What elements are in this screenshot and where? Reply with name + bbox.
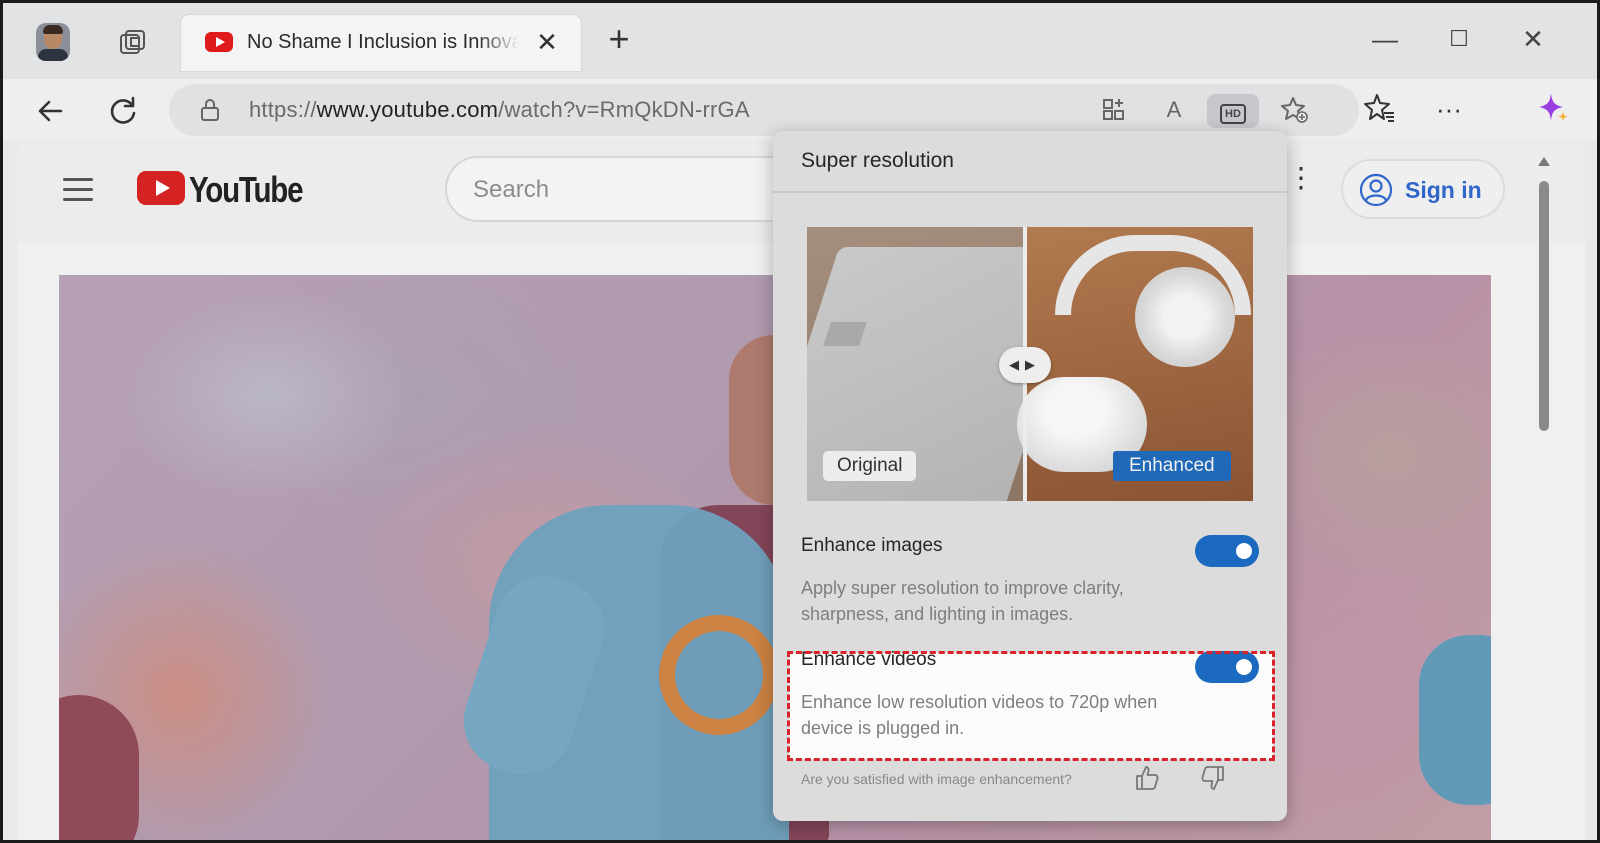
original-label: Original <box>823 451 917 481</box>
page-scrollbar[interactable] <box>1535 153 1553 840</box>
favorites-icon[interactable] <box>1357 89 1401 133</box>
tab-youtube[interactable]: No Shame I Inclusion is Innovation ✕ <box>181 15 581 71</box>
address-bar[interactable]: https://www.youtube.com/watch?v=RmQkDN-r… <box>169 84 1359 136</box>
split-screen-icon[interactable] <box>1097 94 1131 128</box>
youtube-wordmark[interactable]: YouTube <box>189 169 304 211</box>
youtube-logo-icon[interactable] <box>137 171 185 205</box>
comparison-slider-handle[interactable]: ◀▶ <box>999 347 1051 383</box>
user-icon <box>1359 173 1393 207</box>
back-icon[interactable] <box>29 89 73 133</box>
scroll-up-icon[interactable] <box>1538 157 1550 166</box>
highlight-box <box>787 651 1275 761</box>
enhance-images-description: Apply super resolution to improve clarit… <box>801 578 1124 624</box>
panel-divider <box>773 191 1287 193</box>
refresh-icon[interactable] <box>101 89 145 133</box>
close-tab-icon[interactable]: ✕ <box>533 29 561 57</box>
super-resolution-panel: Super resolution ◀▶ Original Enhanced En… <box>773 131 1287 821</box>
youtube-favicon-icon <box>205 32 233 52</box>
menu-icon[interactable] <box>63 178 93 202</box>
close-window-button[interactable]: ✕ <box>1513 23 1553 59</box>
url-text[interactable]: https://www.youtube.com/watch?v=RmQkDN-r… <box>249 97 750 123</box>
maximize-button[interactable]: ☐ <box>1439 23 1479 59</box>
sign-in-button[interactable]: Sign in <box>1341 159 1505 219</box>
hd-icon[interactable]: HD <box>1207 94 1259 128</box>
profile-avatar[interactable] <box>36 23 70 61</box>
enhanced-label: Enhanced <box>1113 451 1231 481</box>
scrollbar-thumb[interactable] <box>1539 181 1549 431</box>
add-favorite-icon[interactable] <box>1277 94 1311 128</box>
lock-icon[interactable] <box>199 98 221 122</box>
more-icon[interactable]: ··· <box>1427 89 1471 133</box>
workspaces-icon[interactable] <box>115 25 151 61</box>
copilot-icon[interactable] <box>1533 89 1573 129</box>
browser-window: No Shame I Inclusion is Innovation ✕ + —… <box>0 0 1600 843</box>
read-aloud-icon[interactable]: A <box>1157 94 1191 128</box>
panel-title: Super resolution <box>801 149 954 172</box>
thumbs-down-icon[interactable] <box>1197 763 1227 793</box>
tab-strip: No Shame I Inclusion is Innovation ✕ + —… <box>3 3 1597 79</box>
tab-title: No Shame I Inclusion is Innovation <box>247 31 519 53</box>
search-input[interactable]: Search <box>445 156 825 222</box>
thumbs-up-icon[interactable] <box>1133 763 1163 793</box>
more-options-icon[interactable]: ⋮ <box>1287 164 1315 203</box>
sign-in-label: Sign in <box>1405 177 1482 203</box>
enhance-images-toggle[interactable] <box>1195 535 1259 567</box>
enhance-images-title: Enhance images <box>801 535 943 556</box>
feedback-prompt: Are you satisfied with image enhancement… <box>801 771 1072 787</box>
minimize-button[interactable]: — <box>1365 23 1405 59</box>
new-tab-button[interactable]: + <box>599 21 639 61</box>
comparison-preview[interactable]: ◀▶ Original Enhanced <box>807 227 1253 501</box>
